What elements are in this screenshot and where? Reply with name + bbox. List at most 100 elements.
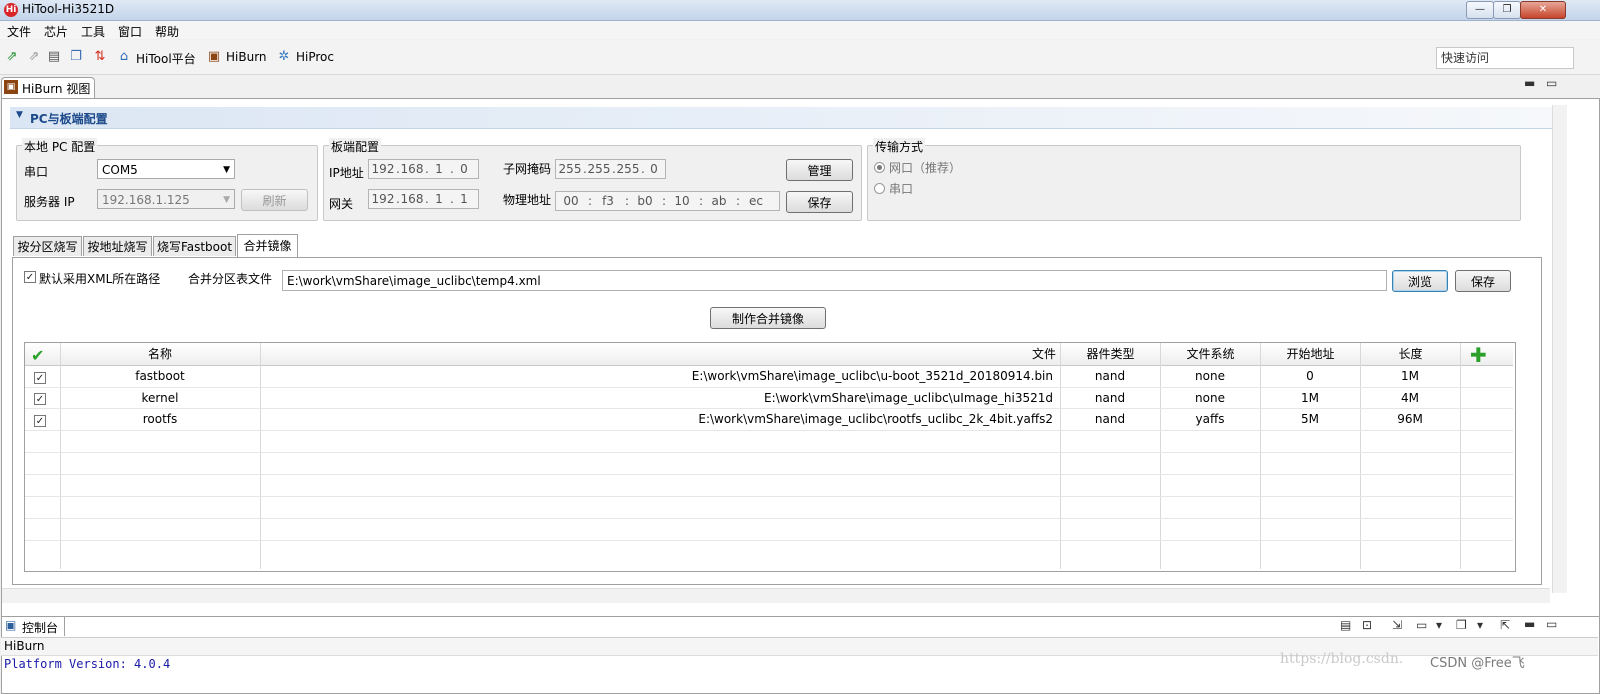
scroll-lock-icon[interactable]: ⊡ <box>1362 618 1372 632</box>
settings-icon[interactable]: ▤ <box>46 49 62 65</box>
toolbar-hiproc[interactable]: HiProc <box>296 50 334 64</box>
row-checkbox[interactable]: ✓ <box>34 372 46 384</box>
minimize-button[interactable]: — <box>1466 1 1494 19</box>
chevron-down-icon[interactable]: ▾ <box>1477 618 1483 632</box>
header-name[interactable]: 名称 <box>60 344 260 364</box>
row-file-system[interactable]: none <box>1160 388 1260 408</box>
gateway-field[interactable]: 192. 168. 1. 1 <box>368 189 479 209</box>
gateway-octet: 168 <box>400 192 424 206</box>
chevron-down-icon: ▼ <box>223 165 230 175</box>
row-length[interactable]: 1M <box>1360 366 1460 386</box>
row-file[interactable]: E:\work\vmShare\image_uclibc\uImage_hi35… <box>262 388 1053 408</box>
row-checkbox[interactable]: ✓ <box>34 415 46 427</box>
row-device-type[interactable]: nand <box>1060 409 1160 429</box>
header-file[interactable]: 文件 <box>262 344 1056 364</box>
default-xml-path-checkbox[interactable]: ✓ <box>24 271 36 283</box>
window-title: HiTool-Hi3521D <box>22 2 115 16</box>
merge-save-button[interactable]: 保存 <box>1455 270 1511 292</box>
serial-radio[interactable] <box>874 183 885 194</box>
display-console-icon[interactable]: ▭ <box>1416 618 1427 632</box>
disconnect-icon[interactable]: ⇗ <box>26 49 42 65</box>
row-start-address[interactable]: 0 <box>1260 366 1360 386</box>
gateway-octet: 1 <box>435 192 443 206</box>
select-all-check-icon[interactable]: ✔ <box>31 346 44 365</box>
row-file-system[interactable]: yaffs <box>1160 409 1260 429</box>
make-merged-image-button[interactable]: 制作合并镜像 <box>710 307 826 329</box>
add-row-plus-icon[interactable]: ✚ <box>1470 343 1487 367</box>
tab-merge-image[interactable]: 合并镜像 <box>237 234 298 257</box>
vertical-scrollbar[interactable] <box>1552 105 1567 593</box>
transfer-mode-group <box>867 145 1521 221</box>
view-maximize-icon[interactable]: ▭ <box>1546 76 1557 90</box>
copy-icon[interactable]: ❐ <box>68 49 84 65</box>
house-icon[interactable]: ⌂ <box>116 49 132 65</box>
new-console-icon[interactable]: ❐ <box>1456 618 1467 632</box>
network-radio[interactable] <box>874 162 885 173</box>
ip-address-field[interactable]: 192. 168. 1. 0 <box>368 159 479 179</box>
manage-button[interactable]: 管理 <box>786 159 853 181</box>
row-start-address[interactable]: 1M <box>1260 388 1360 408</box>
chevron-down-icon[interactable]: ▾ <box>1436 618 1442 632</box>
collapse-arrow-icon[interactable]: ▼ <box>16 110 23 120</box>
header-file-system[interactable]: 文件系统 <box>1161 344 1260 364</box>
row-divider <box>25 430 1513 431</box>
browse-button[interactable]: 浏览 <box>1392 270 1448 292</box>
serial-radio-label[interactable]: 串口 <box>889 180 913 197</box>
quick-access-input[interactable]: 快速访问 <box>1436 47 1574 69</box>
app-logo-icon: Hi <box>4 3 18 17</box>
tab-partition-burn[interactable]: 按分区烧写 <box>13 236 82 256</box>
pin-console-icon[interactable]: ⇲ <box>1392 618 1402 632</box>
row-name: fastboot <box>135 369 185 383</box>
console-maximize-icon[interactable]: ▭ <box>1546 617 1557 631</box>
console-tab-label: 控制台 <box>22 621 59 635</box>
netmask-octet: 255 <box>558 162 582 176</box>
close-button[interactable]: ✕ <box>1520 1 1566 19</box>
server-ip-select[interactable]: 192.168.1.125 ▼ <box>97 189 235 209</box>
menu-help[interactable]: 帮助 <box>155 23 179 40</box>
row-file[interactable]: E:\work\vmShare\image_uclibc\u-boot_3521… <box>262 366 1053 386</box>
open-console-icon[interactable]: ⇱ <box>1500 618 1510 632</box>
menu-file[interactable]: 文件 <box>7 23 31 40</box>
row-file[interactable]: E:\work\vmShare\image_uclibc\rootfs_ucli… <box>262 409 1053 429</box>
board-save-button[interactable]: 保存 <box>786 191 853 213</box>
horizontal-scrollbar[interactable] <box>2 588 1550 603</box>
header-device-type[interactable]: 器件类型 <box>1061 344 1160 364</box>
row-length[interactable]: 4M <box>1360 388 1460 408</box>
serial-port-select[interactable]: COM5 ▼ <box>97 159 235 179</box>
server-ip-label: 服务器 IP <box>24 195 75 209</box>
row-length[interactable]: 96M <box>1360 409 1460 429</box>
view-minimize-icon[interactable]: ▬ <box>1524 76 1535 90</box>
tab-address-burn[interactable]: 按地址烧写 <box>83 236 152 256</box>
network-radio-label[interactable]: 网口（推荐） <box>889 159 961 176</box>
row-file-system[interactable]: none <box>1160 366 1260 386</box>
refresh-button[interactable]: 刷新 <box>241 189 308 211</box>
menu-chip[interactable]: 芯片 <box>44 23 68 40</box>
ip-octet: 1 <box>435 162 443 176</box>
console-minimize-icon[interactable]: ▬ <box>1524 617 1535 631</box>
default-xml-path-label[interactable]: 默认采用XML所在路径 <box>39 270 160 287</box>
header-length[interactable]: 长度 <box>1361 344 1460 364</box>
mac-address-field[interactable]: 00: f3: b0: 10: ab: ec <box>555 191 780 211</box>
maximize-button[interactable]: ❐ <box>1493 1 1521 19</box>
row-device-type[interactable]: nand <box>1060 388 1160 408</box>
toolbar-hiburn[interactable]: HiBurn <box>226 50 267 64</box>
toolbar-hitool-platform[interactable]: HiTool平台 <box>136 50 196 67</box>
netmask-field[interactable]: 255. 255. 255. 0 <box>555 159 666 179</box>
section-title[interactable]: PC与板端配置 <box>30 110 108 127</box>
partition-file-input[interactable]: E:\work\vmShare\image_uclibc\temp4.xml <box>282 270 1387 291</box>
row-device-type[interactable]: nand <box>1060 366 1160 386</box>
clear-console-icon[interactable]: ▤ <box>1340 618 1351 632</box>
menu-window[interactable]: 窗口 <box>118 23 142 40</box>
proc-icon[interactable]: ✲ <box>276 49 292 65</box>
row-divider <box>25 518 1513 519</box>
row-start-address[interactable]: 5M <box>1260 409 1360 429</box>
row-checkbox[interactable]: ✓ <box>34 393 46 405</box>
menu-tools[interactable]: 工具 <box>81 23 105 40</box>
transfer-icon[interactable]: ⇅ <box>92 49 108 65</box>
burn-icon[interactable]: ▣ <box>206 49 222 65</box>
section-header-bar[interactable] <box>10 107 1558 129</box>
connect-icon[interactable]: ⇗ <box>4 49 20 65</box>
tab-fastboot-burn[interactable]: 烧写Fastboot <box>153 236 236 256</box>
row-divider <box>25 540 1513 541</box>
header-start-address[interactable]: 开始地址 <box>1261 344 1360 364</box>
